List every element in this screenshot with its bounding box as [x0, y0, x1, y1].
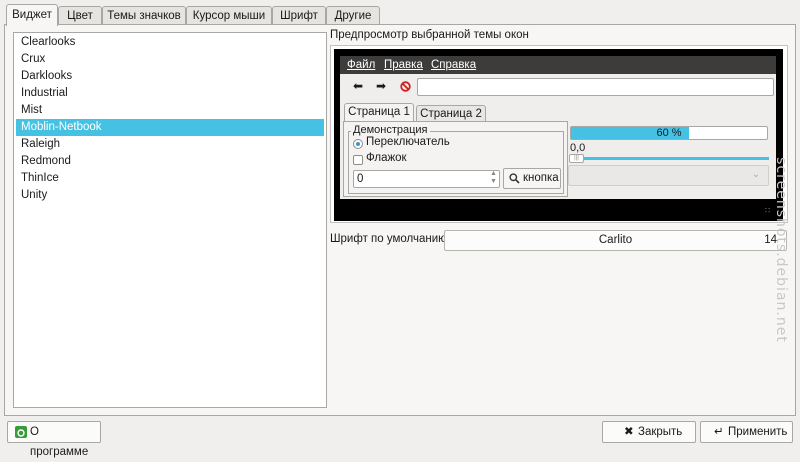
- preview-tab-page1[interactable]: Страница 1: [344, 103, 414, 123]
- close-button[interactable]: ✖ Закрыть: [602, 421, 696, 443]
- tab-widget[interactable]: Виджет: [6, 4, 58, 26]
- preview-combo-box[interactable]: ⌄: [568, 165, 769, 186]
- checkbox[interactable]: [353, 155, 363, 165]
- radio-button[interactable]: [353, 139, 363, 149]
- arrow-left-icon[interactable]: ⬅: [353, 80, 363, 92]
- about-button-label: О программе: [30, 426, 89, 458]
- fieldset-legend: Демонстрация: [351, 124, 430, 136]
- search-icon: [509, 173, 520, 184]
- apply-button-label: Применить: [728, 426, 788, 438]
- arrow-right-icon[interactable]: ➡: [376, 80, 386, 92]
- apply-button[interactable]: ↵ Применить: [700, 421, 793, 443]
- menu-edit[interactable]: Правка: [384, 56, 423, 74]
- theme-item[interactable]: Mist: [16, 102, 324, 119]
- about-button[interactable]: О программе: [7, 421, 101, 458]
- about-icon: [15, 426, 27, 438]
- preview-label: Предпросмотр выбранной темы окон: [330, 29, 529, 41]
- watermark: screenshots.debian.net: [773, 157, 789, 343]
- theme-item[interactable]: Raleigh: [16, 136, 324, 153]
- font-name: Carlito: [598, 234, 633, 246]
- search-button-label: кнопка: [523, 172, 559, 184]
- theme-item[interactable]: ThinIce: [16, 170, 324, 187]
- default-font-label: Шрифт по умолчанию:: [330, 233, 450, 245]
- apply-icon: ↵: [714, 426, 724, 438]
- chevron-down-icon: ⌄: [751, 169, 760, 180]
- theme-item-selected[interactable]: Moblin-Netbook: [16, 119, 324, 136]
- stop-icon[interactable]: [400, 81, 411, 92]
- slider-handle[interactable]: |||: [569, 154, 584, 163]
- theme-item[interactable]: Crux: [16, 51, 324, 68]
- menu-help[interactable]: Справка: [431, 56, 476, 74]
- preview-menubar: Файл Правка Справка: [340, 56, 776, 74]
- theme-item[interactable]: Industrial: [16, 85, 324, 102]
- progress-text: 60 %: [656, 127, 682, 139]
- theme-list[interactable]: Clearlooks Crux Darklooks Industrial Mis…: [13, 32, 327, 408]
- theme-item[interactable]: Darklooks: [16, 68, 324, 85]
- theme-item[interactable]: Redmond: [16, 153, 324, 170]
- spin-arrows-icon[interactable]: ▲ ▼: [490, 170, 497, 186]
- spin-value: 0: [357, 173, 364, 185]
- tab-icon-themes[interactable]: Темы значков: [102, 6, 186, 25]
- slider-value-text: 0,0: [570, 142, 586, 154]
- tab-font[interactable]: Шрифт: [272, 6, 326, 25]
- resize-grip-icon[interactable]: ∷: [765, 206, 770, 215]
- slider-track[interactable]: [575, 157, 769, 160]
- preview-text-entry[interactable]: [417, 78, 774, 96]
- font-chooser-button[interactable]: Carlito 14: [444, 230, 787, 251]
- theme-item[interactable]: Unity: [16, 187, 324, 204]
- close-icon: ✖: [624, 426, 634, 438]
- tab-mouse-cursor[interactable]: Курсор мыши: [186, 6, 272, 25]
- checkbox-label: Флажок: [366, 152, 407, 164]
- close-button-label: Закрыть: [638, 426, 683, 438]
- tab-color[interactable]: Цвет: [58, 6, 102, 25]
- preview-search-button[interactable]: кнопка: [503, 168, 561, 189]
- radio-label: Переключатель: [366, 136, 450, 148]
- menu-file[interactable]: Файл: [347, 56, 375, 74]
- tab-other[interactable]: Другие: [326, 6, 380, 25]
- preview-spin-box[interactable]: 0 ▲ ▼: [353, 170, 500, 188]
- theme-item[interactable]: Clearlooks: [16, 34, 324, 51]
